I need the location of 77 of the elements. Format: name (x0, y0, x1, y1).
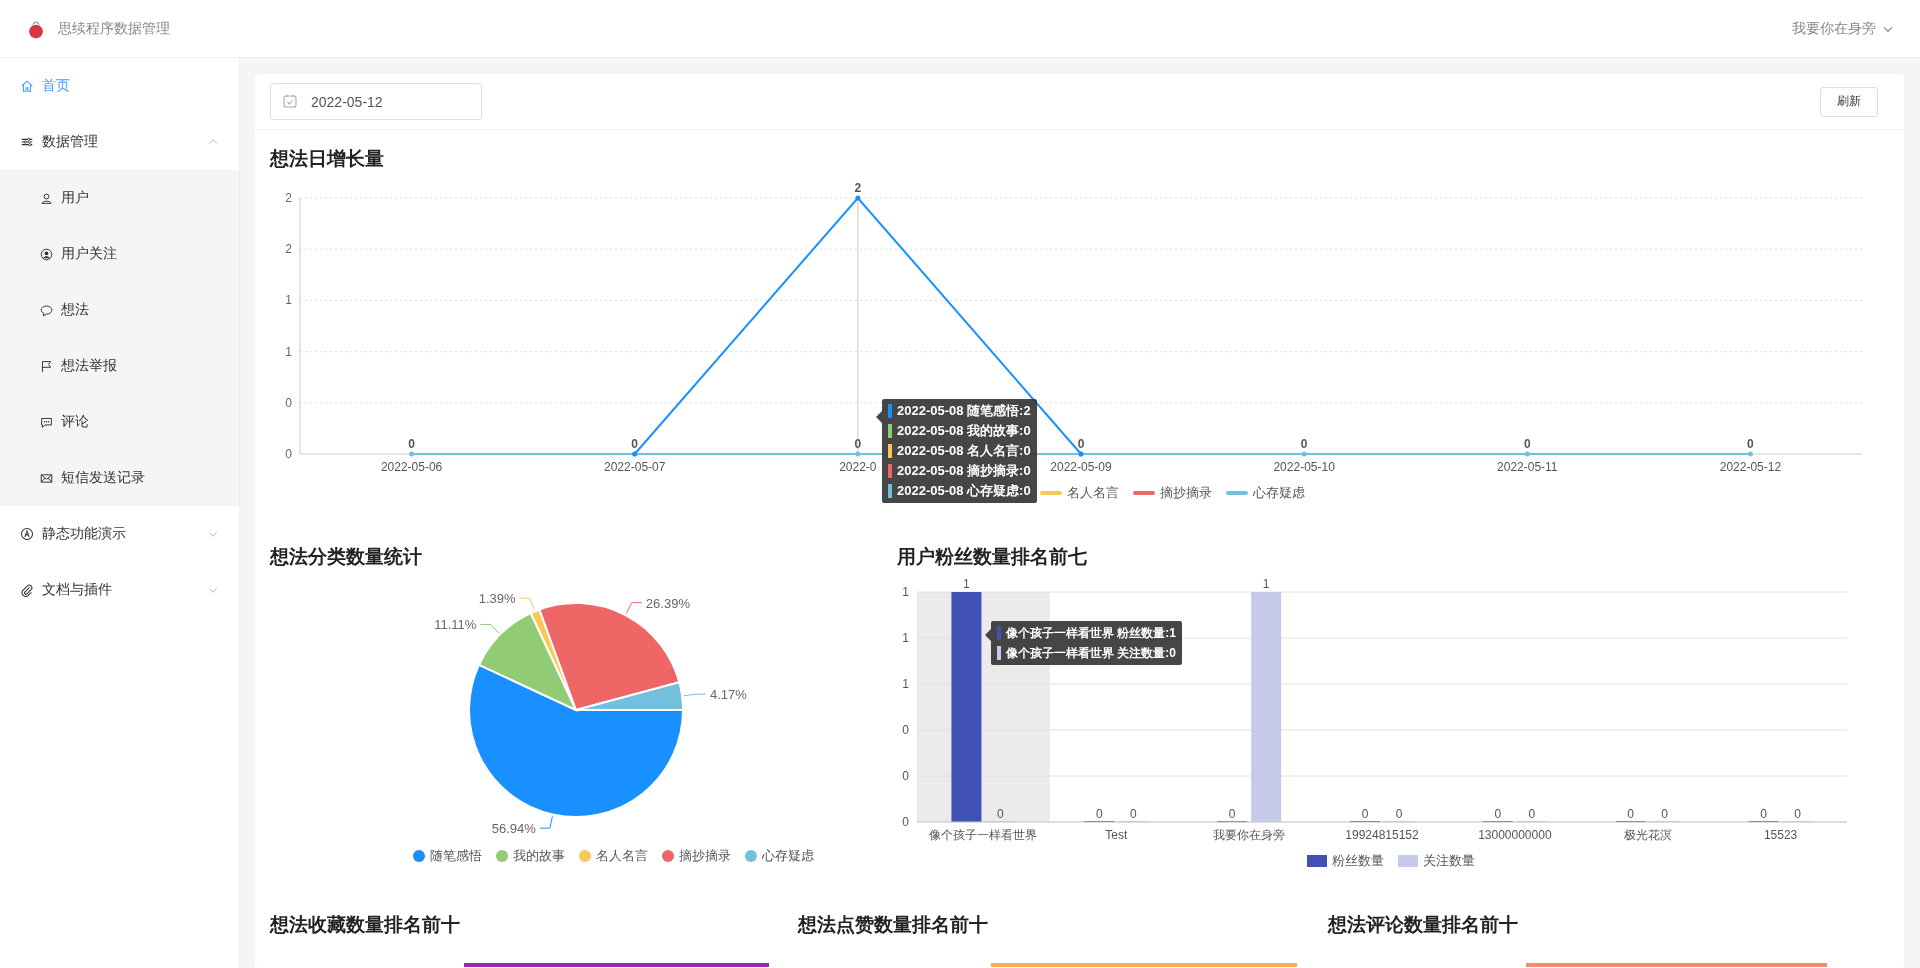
data-label: 1 (963, 577, 970, 591)
slice-label: 11.11% (434, 617, 477, 633)
legend-label: 名人名言 (1067, 484, 1119, 502)
y-tick-label: 1 (285, 293, 292, 308)
data-label: 0 (1747, 437, 1754, 451)
tooltip-text: 2022-05-08 摘抄摘录:0 (897, 462, 1031, 480)
x-tick-label: 像个孩子一样看世界 (929, 828, 1038, 842)
data-label: 1 (1262, 577, 1270, 591)
data-label: 0 (854, 437, 862, 451)
slice-label: 1.39% (478, 591, 516, 607)
section-title: 想法分类数量统计 (270, 545, 423, 569)
data-label: 2 (854, 181, 862, 195)
y-tick-label: 0 (902, 769, 909, 783)
legend-label: 名人名言 (596, 847, 648, 865)
slice-label: 56.94% (491, 821, 536, 837)
data-label: 0 (997, 807, 1004, 821)
tooltip-text: 像个孩子一样看世界 关注数量:0 (1006, 645, 1176, 662)
y-tick-label: 1 (902, 585, 909, 599)
data-label: 0 (1395, 807, 1403, 821)
y-tick-label: 1 (902, 677, 909, 691)
legend-label: 摘抄摘录 (1160, 484, 1212, 502)
y-tick-label: 0 (902, 723, 909, 737)
data-label: 0 (1494, 807, 1502, 821)
legend-label: 随笔感悟 (430, 847, 482, 865)
data-label: 0 (1228, 807, 1236, 821)
section-title: 想法点赞数量排名前十 (798, 913, 989, 937)
data-label: 0 (408, 437, 415, 451)
tooltip-text: 2022-05-08 我的故事:0 (897, 422, 1031, 440)
y-tick-label: 0 (285, 447, 292, 461)
legend-label: 关注数量 (1422, 852, 1475, 870)
x-tick-label: 极光花溟 (1623, 828, 1672, 842)
y-tick-label: 1 (902, 631, 909, 645)
data-label: 0 (1528, 807, 1536, 821)
data-label: 0 (1661, 807, 1669, 821)
section-title: 想法评论数量排名前十 (1328, 913, 1519, 937)
x-tick-label: 2022-05-10 (1273, 460, 1335, 474)
x-tick-label: 2022-05-07 (604, 460, 666, 474)
tooltip-text: 像个孩子一样看世界 粉丝数量:1 (1006, 625, 1176, 642)
data-label: 0 (1794, 807, 1801, 821)
data-label: 0 (1627, 807, 1635, 821)
data-label: 0 (1095, 807, 1103, 821)
x-tick-label: 2022-05-06 (380, 460, 443, 474)
data-label: 0 (1361, 807, 1369, 821)
data-label: 0 (1523, 437, 1531, 451)
y-tick-label: 1 (285, 344, 292, 359)
tooltip-text: 2022-05-08 随笔感悟:2 (897, 402, 1031, 420)
y-tick-label: 0 (902, 815, 909, 829)
legend-label: 心存疑虑 (762, 847, 814, 865)
legend-label: 粉丝数量 (1331, 852, 1384, 870)
data-label: 0 (1760, 807, 1767, 821)
data-label: 0 (1300, 437, 1308, 451)
legend-label: 摘抄摘录 (679, 847, 731, 865)
slice-label: 4.17% (709, 687, 747, 703)
legend-label: 我的故事 (513, 847, 565, 865)
x-tick-label: 2022-05-09 (1050, 460, 1112, 474)
x-tick-label: 2022-0 (839, 460, 877, 474)
legend-label: 心存疑虑 (1253, 484, 1305, 502)
x-tick-label: 2022-05-12 (1719, 460, 1782, 474)
data-label: 0 (1077, 437, 1085, 451)
tooltip-text: 2022-05-08 心存疑虑:0 (897, 482, 1031, 500)
slice-label: 26.39% (645, 595, 690, 611)
tooltip-text: 2022-05-08 名人名言:0 (897, 442, 1031, 460)
x-tick-label: Test (1105, 828, 1128, 842)
x-tick-label: 15523 (1763, 828, 1798, 842)
section-title: 想法收藏数量排名前十 (270, 913, 461, 937)
x-tick-label: 我要你在身旁 (1213, 828, 1286, 842)
y-tick-label: 2 (285, 191, 292, 205)
section-title: 想法日增长量 (270, 147, 385, 171)
x-tick-label: 19924815152 (1345, 828, 1419, 842)
x-tick-label: 2022-05-11 (1497, 460, 1558, 474)
data-label: 0 (1129, 807, 1137, 821)
y-tick-label: 2 (285, 242, 292, 257)
y-tick-label: 0 (285, 395, 292, 410)
app-title: 思续程序数据管理 (58, 19, 170, 38)
x-tick-label: 13000000000 (1478, 828, 1552, 842)
section-title: 用户粉丝数量排名前七 (897, 545, 1088, 569)
data-label: 0 (631, 437, 639, 451)
